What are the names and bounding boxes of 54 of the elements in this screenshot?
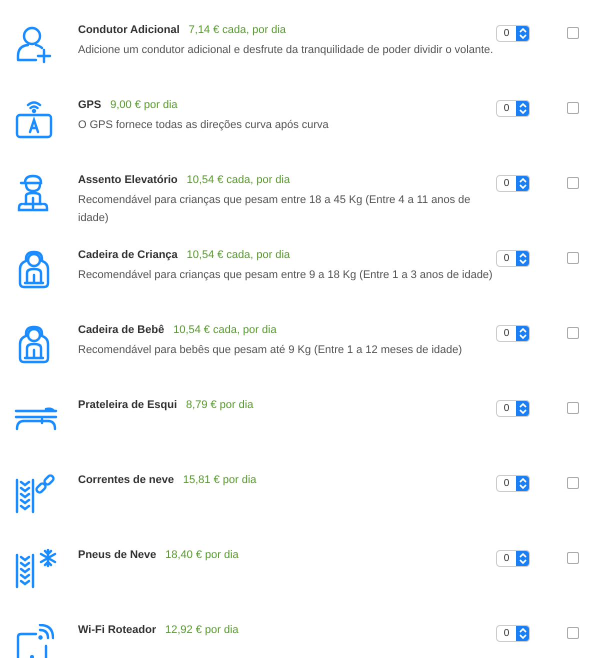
quantity-select[interactable]: 0 [496,325,530,342]
extra-checkbox[interactable] [567,327,579,339]
quantity-select[interactable]: 0 [496,175,530,192]
stepper-icon [518,103,526,114]
extra-price: 9,00 € por dia [110,99,178,111]
extra-checkbox[interactable] [567,252,579,264]
stepper-icon [518,253,526,264]
extra-price: 12,92 € por dia [165,624,239,636]
extra-checkbox[interactable] [567,402,579,414]
extra-checkbox[interactable] [567,177,579,189]
extra-price: 18,40 € por dia [165,549,239,561]
extra-title: Prateleira de Esqui [78,399,178,411]
extra-checkbox[interactable] [567,102,579,114]
quantity-select[interactable]: 0 [496,400,530,417]
stepper-icon [518,553,526,564]
wifi-router-icon [14,624,54,658]
extra-title: Cadeira de Bebê [78,324,164,336]
extra-description: Recomendável para crianças que pesam entre 9 a 18 Kg (Entre 1 a 3 anos de idade) [78,268,494,283]
extra-checkbox[interactable] [567,477,579,489]
stepper-icon [518,478,526,489]
quantity-select[interactable]: 0 [496,100,530,117]
extra-price: 7,14 € cada, por dia [188,24,286,36]
extra-title: Cadeira de Criança [78,249,178,261]
quantity-select[interactable]: 0 [496,550,530,567]
stepper-icon [518,28,526,39]
extra-price: 15,81 € por dia [182,474,256,486]
extra-title: Correntes de neve [78,474,174,486]
stepper-icon [518,403,526,414]
extra-description: Recomendável para crianças que pesam entre 18 a 45 Kg (Entre 4 a 11 anos de idade) [78,193,472,226]
extra-price: 8,79 € por dia [186,399,254,411]
extra-description: O GPS fornece todas as direções curva após curva [78,118,330,133]
extra-price: 10,54 € cada, por dia [186,249,290,261]
extra-checkbox[interactable] [567,552,579,564]
quantity-select[interactable]: 0 [496,250,530,267]
stepper-icon [518,628,526,639]
extra-description: Adicione um condutor adicional e desfrute da tranquilidade de poder dividir o volante. [78,43,494,58]
quantity-select[interactable]: 0 [496,625,530,642]
quantity-select[interactable]: 0 [496,475,530,492]
extra-title: Condutor Adicional [78,24,180,36]
extra-title: GPS [78,99,102,111]
extra-title: Pneus de Neve [78,549,156,561]
person-add-icon [14,24,54,64]
stepper-icon [518,178,526,189]
extra-checkbox[interactable] [567,27,579,39]
stepper-icon [518,328,526,339]
extra-description: Recomendável para bebês que pesam até 9 Kg (Entre 1 a 12 meses de idade) [78,343,464,358]
extra-title: Wi-Fi Roteador [78,624,156,636]
quantity-select[interactable]: 0 [496,25,530,42]
extra-checkbox[interactable] [567,627,579,639]
extra-title: Assento Elevatório [78,174,178,186]
tire-snowflake-icon [14,549,58,589]
extra-price: 10,54 € cada, por dia [173,324,277,336]
extra-price: 10,54 € cada, por dia [186,174,290,186]
navigation-screen-icon [14,99,54,139]
